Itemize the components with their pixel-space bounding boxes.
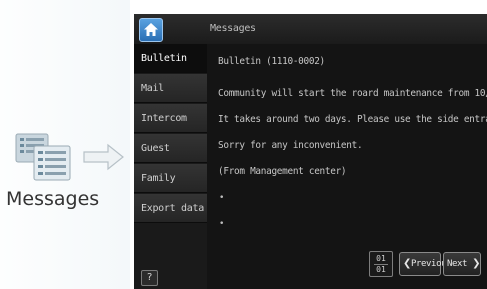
device-screen: Messages Bulletin Mail Intercom Guest Fa… — [134, 14, 487, 289]
message-line: Community will start the roard maintenan… — [218, 88, 487, 99]
sidebar-item-intercom[interactable]: Intercom — [134, 104, 207, 133]
title-bar: Messages — [134, 14, 487, 44]
window-title: Messages — [210, 23, 256, 34]
message-line: Sorry for any inconvenient. — [218, 140, 363, 151]
message-content: Bulletin (1110-0002) Community will star… — [207, 44, 487, 289]
message-line: (From Management center) — [218, 166, 347, 177]
empty-line-bullet: • — [219, 219, 225, 229]
home-button[interactable] — [139, 18, 163, 42]
messages-stack-icon — [15, 133, 71, 181]
next-button[interactable]: Next ❯ — [443, 252, 481, 276]
message-line: It takes around two days. Please use the… — [218, 114, 487, 125]
page-total: 01 — [376, 265, 386, 274]
sidebar-item-export-data[interactable]: Export data — [134, 194, 207, 223]
next-label: Next — [447, 259, 468, 269]
page-current: 01 — [376, 254, 386, 263]
chevron-right-icon: ❯ — [472, 258, 481, 269]
arrow-right-icon — [83, 143, 124, 171]
sidebar-item-bulletin[interactable]: Bulletin — [134, 44, 207, 73]
home-icon — [144, 23, 158, 36]
left-illustration-panel: Messages — [0, 0, 130, 289]
sidebar: Bulletin Mail Intercom Guest Family Expo… — [134, 44, 207, 289]
sidebar-item-family[interactable]: Family — [134, 164, 207, 193]
chevron-left-icon: ❮ — [403, 258, 411, 269]
help-button[interactable]: ? — [141, 270, 158, 286]
page-indicator: 01 01 — [369, 251, 393, 277]
messages-caption: Messages — [6, 188, 100, 210]
message-title: Bulletin (1110-0002) — [218, 56, 325, 67]
sidebar-item-guest[interactable]: Guest — [134, 134, 207, 163]
sidebar-item-mail[interactable]: Mail — [134, 74, 207, 103]
previous-button[interactable]: ❮Previous — [399, 252, 452, 276]
empty-line-bullet: • — [219, 193, 225, 203]
